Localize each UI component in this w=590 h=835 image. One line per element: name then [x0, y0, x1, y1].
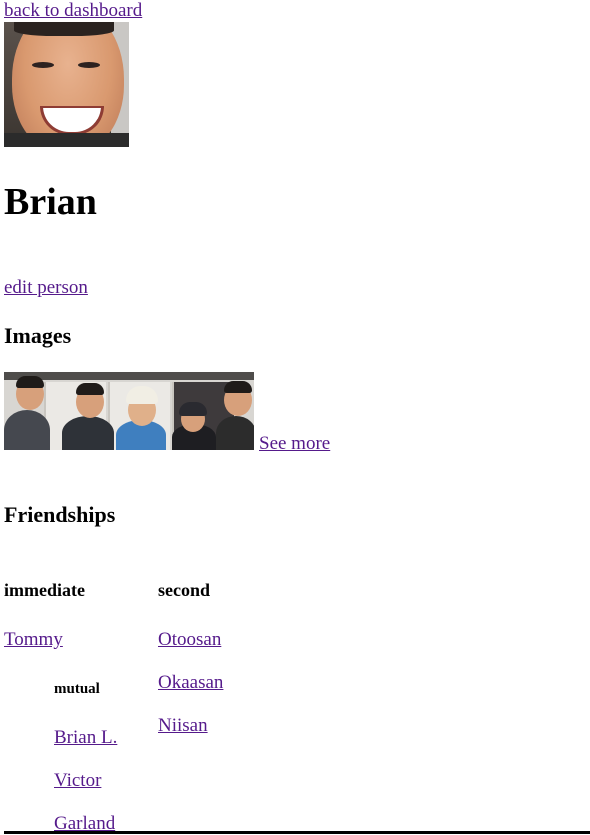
friend-link-tommy[interactable]: Tommy: [4, 629, 63, 651]
second-friend-link[interactable]: Niisan: [158, 715, 208, 737]
mutual-friend-link[interactable]: Victor: [54, 770, 101, 792]
second-friend-link[interactable]: Okaasan: [158, 672, 223, 694]
second-friend-link[interactable]: Otoosan: [158, 629, 221, 651]
edit-person-link[interactable]: edit person: [4, 277, 88, 299]
images-heading: Images: [4, 323, 72, 348]
person-name: Brian: [4, 181, 97, 223]
see-more-images-link[interactable]: See more: [259, 433, 330, 455]
mutual-friend-link[interactable]: Brian L.: [54, 727, 117, 749]
friendships-heading: Friendships: [4, 502, 116, 527]
immediate-heading: immediate: [4, 580, 85, 600]
back-to-dashboard-link[interactable]: back to dashboard: [4, 0, 142, 22]
profile-photo: [4, 22, 129, 147]
second-heading: second: [158, 580, 211, 600]
group-photo[interactable]: [4, 372, 254, 450]
mutual-heading: mutual: [54, 681, 100, 697]
